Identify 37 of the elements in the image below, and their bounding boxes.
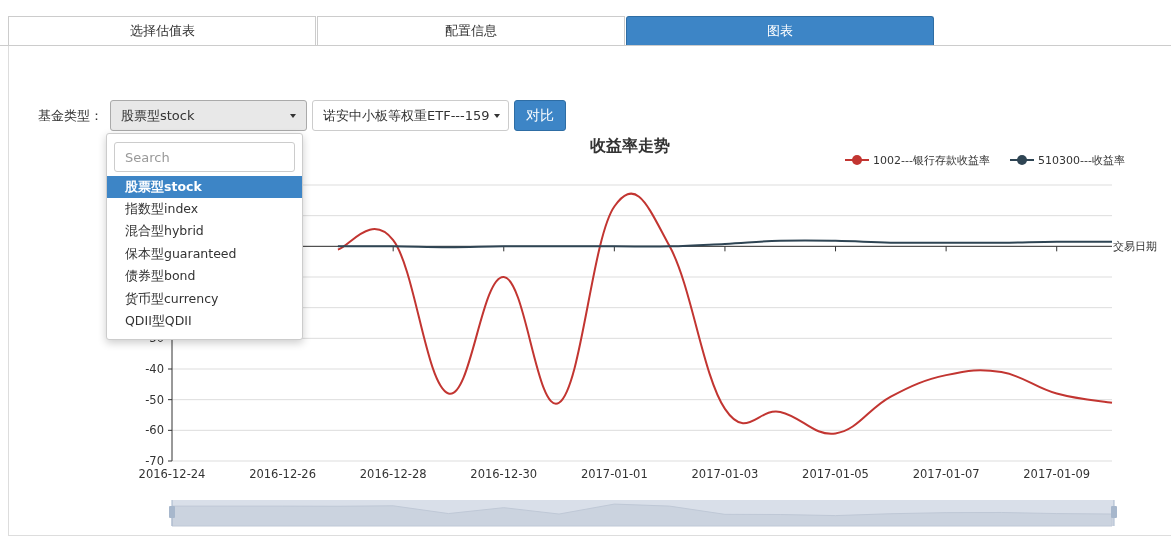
y-tick-label: -60: [145, 423, 164, 438]
caret-icon: [493, 113, 500, 118]
legend-label[interactable]: 510300---收益率: [1038, 154, 1125, 167]
x-axis-title: 交易日期: [1113, 240, 1157, 254]
dropdown-option[interactable]: 混合型hybrid: [107, 220, 302, 244]
fund-type-select[interactable]: 股票型stock: [110, 100, 307, 131]
dropdown-option[interactable]: 保本型guaranteed: [107, 243, 302, 266]
caret-icon: [290, 113, 296, 118]
legend-marker-icon[interactable]: [844, 155, 870, 165]
search-field[interactable]: Search: [114, 142, 295, 172]
dropdown-option[interactable]: 指数型index: [107, 198, 302, 221]
x-tick-label: 2017-01-09: [1023, 467, 1091, 481]
tab[interactable]: 选择估值表: [8, 16, 316, 45]
fund-type-label: 基金类型：: [38, 106, 103, 125]
legend-marker-icon[interactable]: [1009, 155, 1035, 165]
fund-select[interactable]: 诺安中小板等权重ETF---159: [312, 100, 509, 131]
x-tick-label: 2017-01-07: [912, 467, 980, 481]
x-tick-label: 2017-01-03: [691, 467, 759, 481]
dropdown-option[interactable]: 债券型bond: [107, 265, 302, 288]
x-tick-label: 2017-01-05: [802, 467, 869, 481]
y-tick-label: -40: [145, 362, 164, 376]
tab[interactable]: 配置信息: [317, 16, 625, 45]
dropdown-option[interactable]: QDII型QDII: [107, 310, 302, 333]
x-tick-label: 2016-12-24: [138, 467, 206, 481]
legend-label[interactable]: 1002---银行存款收益率: [873, 154, 990, 167]
x-tick-label: 2016-12-30: [470, 467, 538, 481]
y-tick-label: -70: [145, 454, 164, 468]
dropdown-option[interactable]: 股票型stock: [107, 176, 302, 199]
dropdown-option[interactable]: 货币型currency: [107, 287, 302, 311]
tab[interactable]: 图表: [626, 16, 934, 45]
y-tick-label: -50: [145, 392, 164, 407]
zoom-slider[interactable]: [169, 499, 1117, 527]
compare-button[interactable]: 对比: [514, 100, 566, 131]
x-tick-label: 2017-01-01: [580, 467, 648, 481]
chart-title: 收益率走势: [590, 136, 670, 155]
x-tick-label: 2016-12-28: [359, 467, 427, 481]
x-tick-label: 2016-12-26: [249, 467, 316, 481]
